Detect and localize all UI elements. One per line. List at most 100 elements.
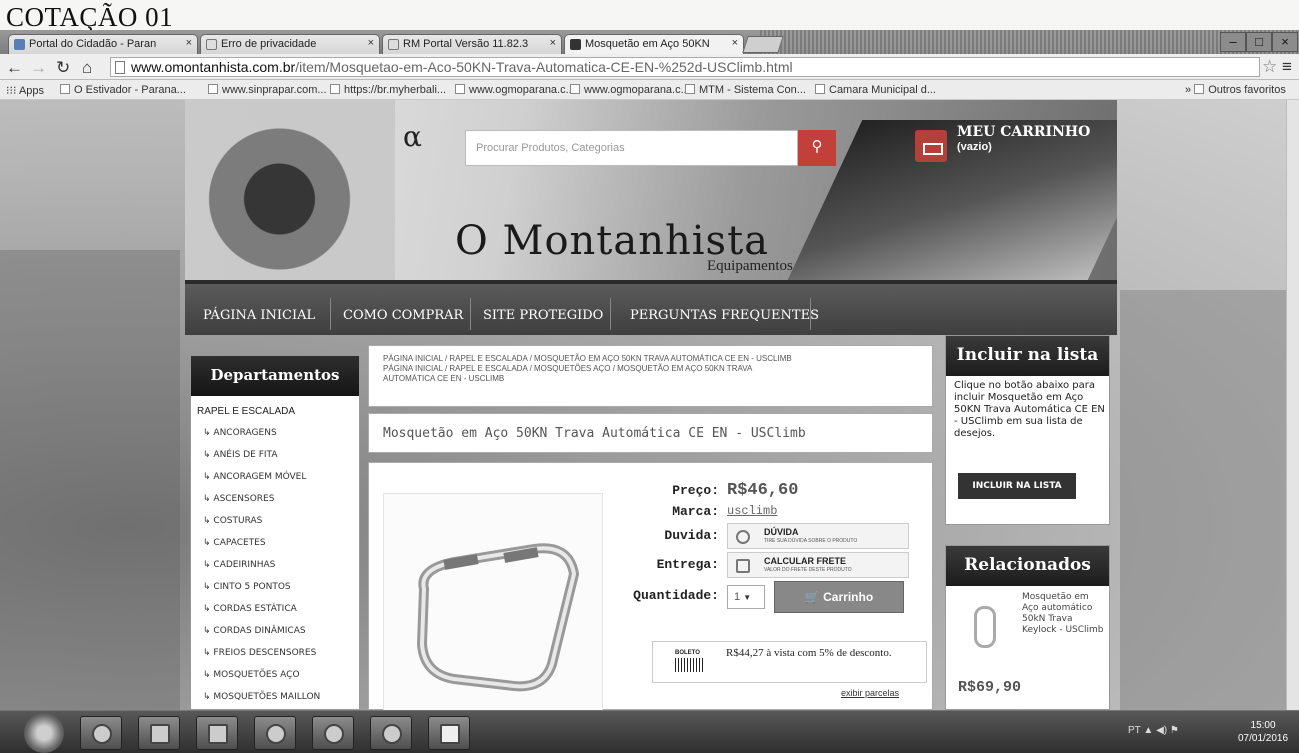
clock-time: 15:00	[1250, 720, 1276, 731]
house-icon	[736, 559, 750, 573]
departments-title: Departamentos	[191, 356, 359, 396]
taskbar-word-icon[interactable]	[428, 716, 470, 750]
department-category[interactable]: RAPEL E ESCALADA	[197, 406, 295, 417]
nav-how-to-buy[interactable]: COMO COMPRAR	[343, 308, 463, 323]
doubt-button[interactable]: DÚVIDA TIRE SUA DÚVIDA SOBRE O PRODUTO	[727, 523, 909, 549]
language-indicator: PT	[1128, 725, 1141, 736]
nav-secure-site[interactable]: SITE PROTEGIDO	[483, 308, 603, 323]
bookmarks-bar: ⁝⁝⁝ Apps O Estivador - Parana... www.sin…	[0, 80, 1299, 100]
nav-home[interactable]: PÁGINA INICIAL	[203, 308, 315, 323]
brand-link[interactable]: usclimb	[727, 504, 777, 518]
start-button[interactable]	[24, 713, 64, 753]
search-input[interactable]: Procurar Produtos, Categorias	[465, 130, 798, 166]
related-product-name[interactable]: Mosquetão em Aço automático 50kN Trava K…	[1022, 592, 1107, 636]
department-item[interactable]: ↳ CADEIRINHAS	[203, 560, 275, 570]
maximize-icon[interactable]: □	[1246, 32, 1272, 52]
scrollbar[interactable]	[1286, 100, 1299, 710]
page-icon	[388, 39, 399, 50]
bookmark-item[interactable]: www.sinprapar.com...	[208, 84, 327, 96]
page-icon	[455, 84, 465, 94]
cart-button-label: Carrinho	[823, 590, 874, 604]
installments-link[interactable]: exibir parcelas	[841, 688, 899, 698]
back-arrow-icon[interactable]: ←	[6, 58, 23, 78]
taskbar-media-icon[interactable]	[196, 716, 238, 750]
shipping-button[interactable]: CALCULAR FRETE VALOR DO FRETE DESTE PROD…	[727, 552, 909, 578]
nav-divider	[470, 298, 471, 330]
department-item[interactable]: ↳ MOSQUETÕES MAILLON	[203, 692, 320, 702]
favicon-icon	[570, 39, 581, 50]
taskbar-clock[interactable]: 15:00 07/01/2016	[1238, 719, 1288, 745]
question-icon	[736, 530, 750, 544]
close-icon[interactable]: ×	[186, 37, 192, 49]
close-icon[interactable]: ×	[550, 37, 556, 49]
bookmark-star-icon[interactable]: ☆	[1262, 57, 1277, 77]
department-item[interactable]: ↳ MOSQUETÕES AÇO	[203, 670, 300, 680]
close-icon[interactable]: ×	[732, 37, 738, 49]
taskbar-chrome-icon[interactable]	[254, 716, 296, 750]
bookmark-apps[interactable]: ⁝⁝⁝ Apps	[6, 84, 44, 97]
department-item[interactable]: ↳ ANÉIS DE FITA	[203, 450, 277, 460]
breadcrumb: PÁGINA INICIAL / RAPEL E ESCALADA / MOSQ…	[368, 345, 933, 407]
department-item[interactable]: ↳ FREIOS DESCENSORES	[203, 648, 316, 658]
taskbar-folder-icon[interactable]	[138, 716, 180, 750]
tab-label: Mosquetão em Aço 50KN	[585, 38, 710, 50]
add-to-wishlist-button[interactable]: INCLUIR NA LISTA	[958, 473, 1076, 499]
forward-arrow-icon[interactable]: →	[30, 58, 47, 78]
tab-mosquetao[interactable]: Mosquetão em Aço 50KN ×	[564, 34, 744, 54]
taskbar-app-icon[interactable]	[312, 716, 354, 750]
shipping-subtitle: VALOR DO FRETE DESTE PRODUTO	[764, 567, 852, 573]
tab-portal-cidadao[interactable]: Portal do Cidadão - Paran ×	[8, 34, 198, 54]
department-item[interactable]: ↳ CORDAS ESTÁTICA	[203, 604, 297, 614]
browser-tab-bar: Portal do Cidadão - Paran × Erro de priv…	[0, 30, 1299, 54]
department-item[interactable]: ↳ ASCENSORES	[203, 494, 274, 504]
close-icon[interactable]: ×	[368, 37, 374, 49]
department-item[interactable]: ↳ CINTO 5 PONTOS	[203, 582, 291, 592]
menu-icon[interactable]: ≡	[1282, 57, 1292, 77]
department-item[interactable]: ↳ CAPACETES	[203, 538, 266, 548]
taskbar-ie-icon[interactable]	[80, 716, 122, 750]
taskbar-app-icon[interactable]	[370, 716, 412, 750]
climber-image	[787, 120, 1117, 280]
quantity-label: Quantidade:	[633, 588, 719, 603]
bookmark-item[interactable]: Camara Municipal d...	[815, 84, 936, 96]
bookmark-item[interactable]: www.ogmoparana.c...	[455, 84, 575, 96]
department-item[interactable]: ↳ ANCORAGEM MÓVEL	[203, 472, 306, 482]
bookmark-item[interactable]: https://br.myherbali...	[330, 84, 446, 96]
close-window-icon[interactable]: ×	[1272, 32, 1298, 52]
other-bookmarks[interactable]: » Outros favoritos	[1185, 84, 1286, 96]
tab-rm-portal[interactable]: RM Portal Versão 11.82.3 ×	[382, 34, 562, 54]
url-input[interactable]: www.omontanhista.com.br/item/Mosquetao-e…	[110, 57, 1260, 77]
page-viewport: α Procurar Produtos, Categorias ⚲ MEU CA…	[0, 100, 1299, 710]
home-icon[interactable]: ⌂	[82, 58, 92, 78]
quantity-select[interactable]: 1 ▼	[727, 585, 765, 609]
chevron-down-icon: ▼	[743, 593, 752, 602]
department-item[interactable]: ↳ ANCORAGENS	[203, 428, 277, 438]
cart-icon[interactable]	[915, 130, 947, 162]
cart-title[interactable]: MEU CARRINHO	[957, 124, 1090, 140]
product-image[interactable]	[383, 493, 603, 710]
bookmark-item[interactable]: MTM - Sistema Con...	[685, 84, 806, 96]
bookmark-item[interactable]: www.ogmoparana.c...	[570, 84, 690, 96]
breadcrumb-line[interactable]: AUTOMÁTICA CE EN - USCLIMB	[383, 374, 918, 384]
nav-divider	[610, 298, 611, 330]
page-icon	[685, 84, 695, 94]
search-button[interactable]: ⚲	[798, 130, 836, 166]
page-icon	[815, 84, 825, 94]
related-product-image[interactable]	[974, 606, 996, 648]
bookmark-item[interactable]: O Estivador - Parana...	[60, 84, 186, 96]
tab-label: Portal do Cidadão - Paran	[29, 38, 157, 50]
page-icon	[570, 84, 580, 94]
tab-privacy-error[interactable]: Erro de privacidade ×	[200, 34, 380, 54]
breadcrumb-line[interactable]: PÁGINA INICIAL / RAPEL E ESCALADA / MOSQ…	[383, 354, 918, 364]
add-to-cart-button[interactable]: 🛒 Carrinho	[774, 581, 904, 613]
new-tab-button[interactable]	[742, 36, 784, 53]
system-tray[interactable]: PT ▲ ◀) ⚑	[1128, 725, 1179, 736]
reload-icon[interactable]: ↻	[56, 58, 70, 78]
department-item[interactable]: ↳ COSTURAS	[203, 516, 262, 526]
department-item[interactable]: ↳ CORDAS DINÂMICAS	[203, 626, 306, 636]
related-product-price: R$69,90	[958, 679, 1022, 696]
nav-faq[interactable]: PERGUNTAS FREQUENTES	[630, 308, 819, 323]
breadcrumb-line[interactable]: PÁGINA INICIAL / RAPEL E ESCALADA / MOSQ…	[383, 364, 918, 374]
price-label: Preço:	[672, 483, 719, 498]
minimize-icon[interactable]: –	[1220, 32, 1246, 52]
